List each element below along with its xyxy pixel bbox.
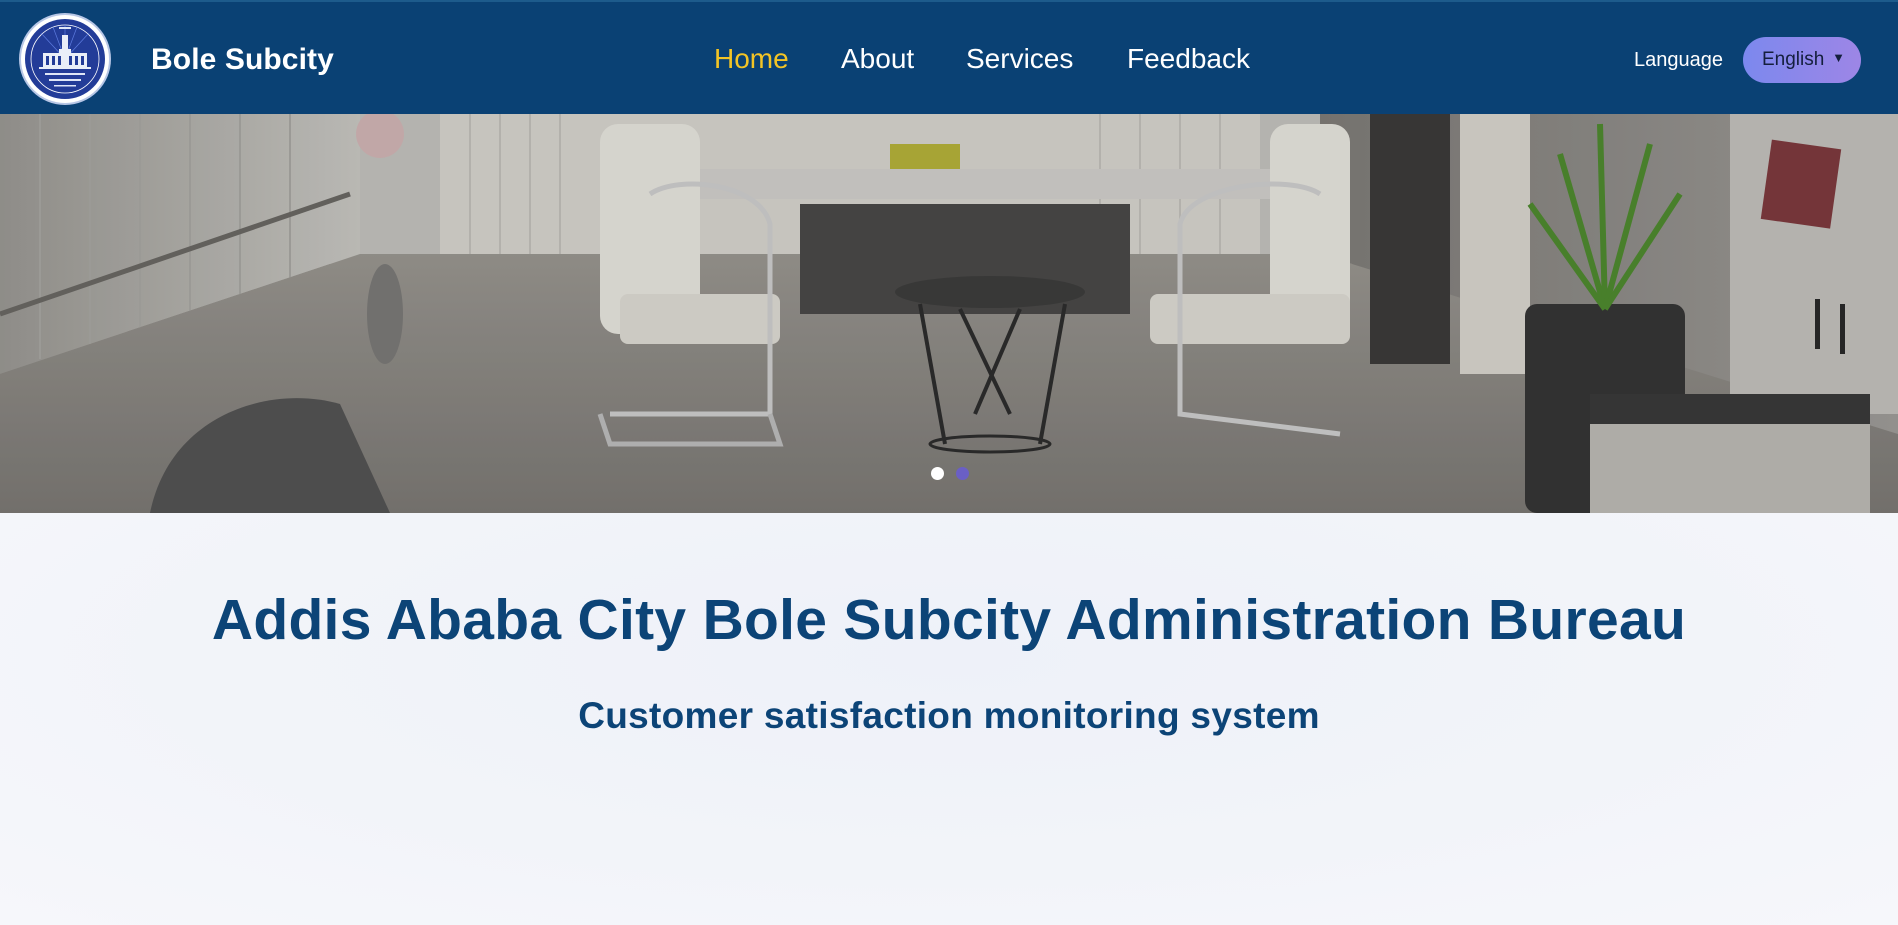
main-content: Addis Ababa City Bole Subcity Administra…: [0, 513, 1898, 925]
carousel-dot-1[interactable]: [931, 467, 944, 480]
logo-seal-icon[interactable]: [21, 15, 109, 103]
nav-feedback-link[interactable]: Feedback: [1127, 43, 1250, 75]
brand-title[interactable]: Bole Subcity: [151, 43, 334, 77]
nav-services-link[interactable]: Services: [966, 43, 1073, 75]
language-label: Language: [1634, 49, 1723, 71]
office-interior-photo: [0, 114, 1898, 513]
carousel-dot-2[interactable]: [956, 467, 969, 480]
page-title: Addis Ababa City Bole Subcity Administra…: [211, 588, 1687, 652]
top-navbar: Bole Subcity Home About Services Feedbac…: [0, 0, 1898, 114]
page-subtitle: Customer satisfaction monitoring system: [578, 695, 1320, 736]
language-select[interactable]: English ▼: [1743, 37, 1861, 83]
language-selected-value: English: [1762, 49, 1825, 70]
nav-home-link[interactable]: Home: [714, 43, 789, 75]
nav-about-link[interactable]: About: [841, 43, 914, 75]
caret-down-icon: ▼: [1832, 50, 1845, 65]
hero-carousel[interactable]: [0, 114, 1898, 513]
